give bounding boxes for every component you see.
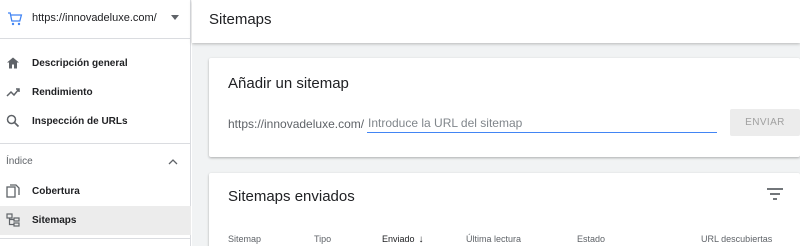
sidebar-item-label: Descripción general xyxy=(32,58,128,69)
filter-icon[interactable] xyxy=(766,187,784,201)
sidebar-item-performance[interactable]: Rendimiento xyxy=(0,78,191,107)
sidebar-item-label: Cobertura xyxy=(32,186,80,197)
arrow-down-icon: ↓ xyxy=(418,234,424,245)
column-header-status[interactable]: Estado xyxy=(577,234,605,244)
home-icon xyxy=(7,57,19,69)
property-selector[interactable]: https://innovadeluxe.com/ xyxy=(0,0,191,39)
card-title: Sitemaps enviados xyxy=(228,188,355,205)
submit-button[interactable]: ENVIAR xyxy=(730,109,800,136)
header: Sitemaps xyxy=(192,0,800,43)
sidebar-item-overview[interactable]: Descripción general xyxy=(0,49,191,78)
sidebar-item-coverage[interactable]: Cobertura xyxy=(0,177,191,206)
column-header-submitted[interactable]: Enviado ↓ xyxy=(382,234,424,245)
sitemap-url-input[interactable] xyxy=(367,113,717,133)
sidebar-item-sitemaps[interactable]: Sitemaps xyxy=(0,206,191,235)
file-copy-icon xyxy=(6,184,20,198)
sidebar-item-label: Inspección de URLs xyxy=(32,116,128,127)
submitted-sitemaps-card: Sitemaps enviados Sitemap Tipo Enviado ↓ … xyxy=(209,173,800,246)
table-header: Sitemap Tipo Enviado ↓ Última lectura Est… xyxy=(209,234,800,246)
sitemap-icon xyxy=(6,213,20,227)
dropdown-caret-icon xyxy=(171,15,179,20)
page-title: Sitemaps xyxy=(209,11,272,28)
add-sitemap-card: Añadir un sitemap https://innovadeluxe.c… xyxy=(209,58,800,157)
search-icon xyxy=(6,114,20,128)
sidebar-divider xyxy=(0,238,191,239)
sidebar-section-index[interactable]: Índice xyxy=(0,148,191,176)
section-label: Índice xyxy=(6,156,33,167)
property-url: https://innovadeluxe.com/ xyxy=(32,12,157,24)
sidebar-divider xyxy=(0,143,191,144)
card-title: Añadir un sitemap xyxy=(228,75,349,92)
trending-up-icon xyxy=(6,88,20,97)
sidebar-item-label: Sitemaps xyxy=(32,215,77,226)
column-header-discovered-urls[interactable]: URL descubiertas xyxy=(701,234,772,244)
column-header-last-read[interactable]: Última lectura xyxy=(466,234,521,244)
column-header-sitemap[interactable]: Sitemap xyxy=(228,234,261,244)
column-header-label: Enviado xyxy=(382,234,415,244)
chevron-up-icon xyxy=(168,159,178,165)
sidebar: https://innovadeluxe.com/ Descripción ge… xyxy=(0,0,191,246)
sidebar-item-url-inspection[interactable]: Inspección de URLs xyxy=(0,107,191,136)
cart-icon xyxy=(8,12,23,26)
column-header-type[interactable]: Tipo xyxy=(314,234,331,244)
url-prefix: https://innovadeluxe.com/ xyxy=(228,117,365,131)
sidebar-item-label: Rendimiento xyxy=(32,87,93,98)
